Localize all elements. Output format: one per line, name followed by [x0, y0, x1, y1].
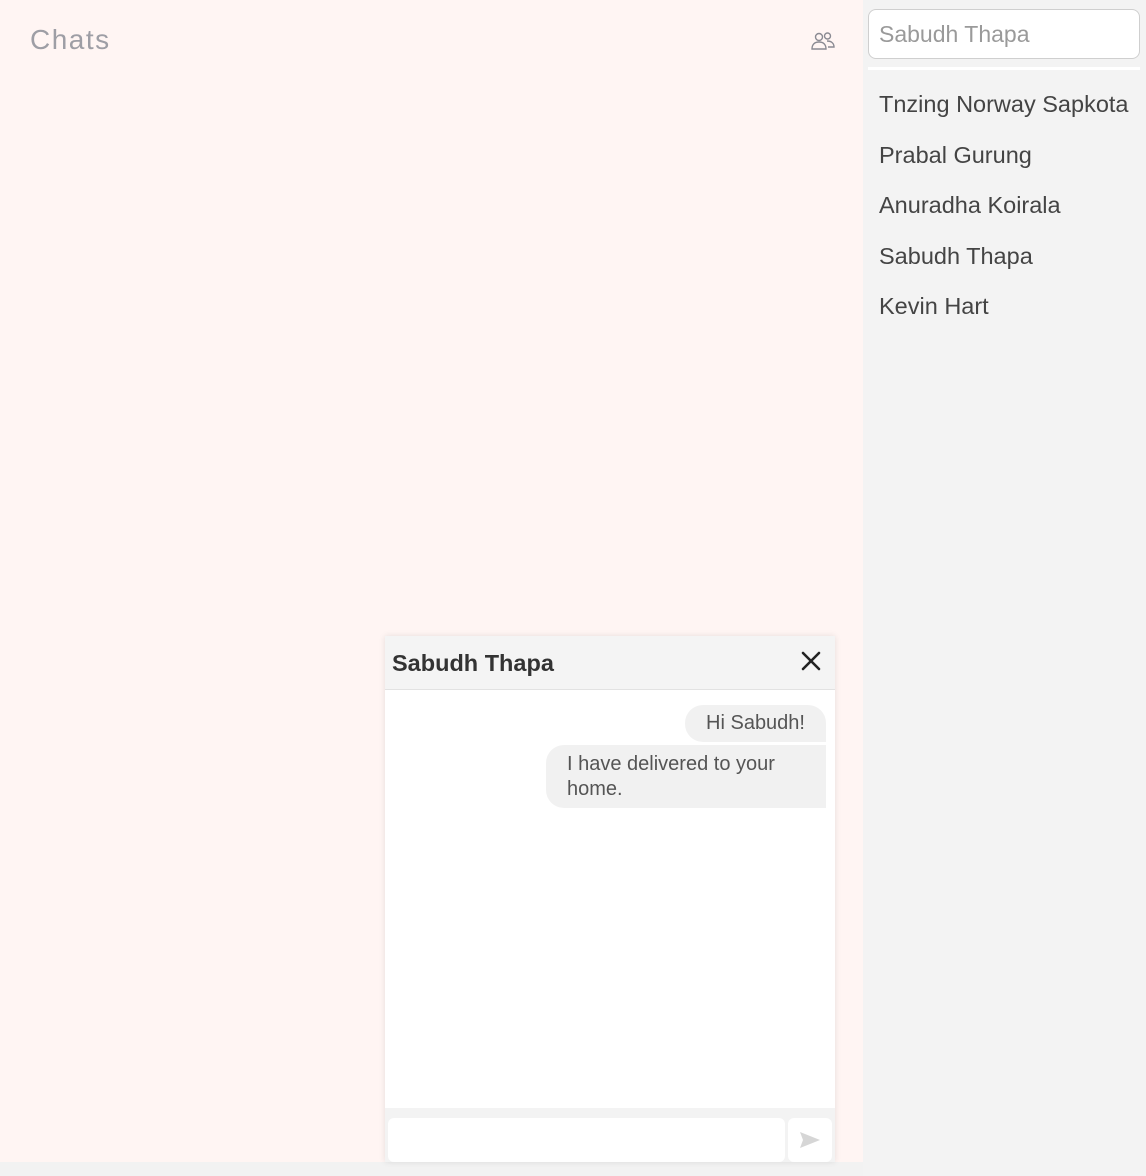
message-bubble: Hi Sabudh! — [685, 705, 826, 742]
contact-item-sabudh-thapa[interactable]: Sabudh Thapa — [879, 237, 1128, 288]
send-button[interactable] — [788, 1118, 832, 1162]
message-bubble: I have delivered to your home. — [546, 745, 826, 808]
message-composer — [385, 1108, 835, 1162]
contact-list: Tnzing Norway Sapkota Prabal Gurung Anur… — [879, 85, 1128, 338]
close-icon[interactable] — [800, 650, 822, 672]
message-list: Hi Sabudh! I have delivered to your home… — [385, 690, 835, 1108]
contact-item-kevin-hart[interactable]: Kevin Hart — [879, 287, 1128, 338]
chat-window: Sabudh Thapa Hi Sabudh! I have delivered… — [385, 636, 835, 1162]
contact-item-tnzing-norway-sapkota[interactable]: Tnzing Norway Sapkota — [879, 85, 1128, 136]
people-group-icon[interactable] — [810, 30, 836, 52]
contacts-sidebar: Tnzing Norway Sapkota Prabal Gurung Anur… — [863, 0, 1146, 1176]
chat-header: Sabudh Thapa — [385, 636, 835, 690]
main-header: Chats — [0, 0, 863, 72]
contact-item-anuradha-koirala[interactable]: Anuradha Koirala — [879, 186, 1128, 237]
search-input[interactable] — [868, 9, 1140, 59]
send-icon — [800, 1132, 820, 1148]
message-input[interactable] — [388, 1118, 785, 1162]
chat-title: Sabudh Thapa — [392, 650, 554, 676]
chat-main-panel: Chats Sabudh Thapa Hi Sabudh! I have del… — [0, 0, 863, 1162]
page-title: Chats — [30, 24, 111, 55]
contact-item-prabal-gurung[interactable]: Prabal Gurung — [879, 136, 1128, 187]
divider — [868, 67, 1140, 70]
